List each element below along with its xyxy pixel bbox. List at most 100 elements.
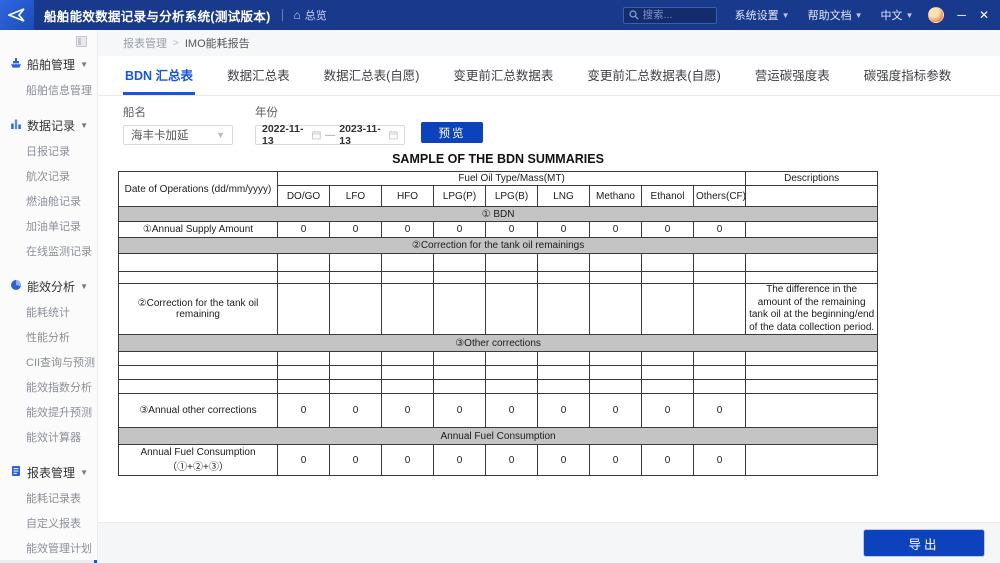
- value-cell: [382, 380, 434, 394]
- sidebar-item[interactable]: 能耗记录表: [0, 485, 97, 510]
- sidebar-item[interactable]: 加油单记录: [0, 213, 97, 238]
- sidebar-item[interactable]: 自定义报表: [0, 510, 97, 535]
- ship-name-value: 海丰卡加延: [131, 127, 189, 143]
- sidebar-item[interactable]: 燃油舱记录: [0, 188, 97, 213]
- breadcrumb-separator: >: [173, 38, 179, 49]
- date-start-value[interactable]: 2022-11-13: [262, 123, 308, 147]
- chevron-down-icon: ▼: [80, 60, 88, 69]
- sidebar-item[interactable]: 在线监测记录: [0, 238, 97, 263]
- value-cell: [278, 284, 330, 335]
- value-cell: [642, 272, 694, 284]
- row-label-cell: Annual Fuel Consumption（①+②+③）: [119, 445, 278, 476]
- breadcrumb-parent[interactable]: 报表管理: [123, 35, 167, 51]
- close-button[interactable]: ✕: [979, 9, 989, 21]
- row-label-cell: [119, 352, 278, 366]
- sidebar-section-1[interactable]: 船舶管理▼: [0, 51, 97, 77]
- table-row: [119, 352, 878, 366]
- value-cell: [642, 254, 694, 272]
- sidebar-item[interactable]: 能效提升预测: [0, 399, 97, 424]
- section-band: ③Other corrections: [119, 335, 878, 352]
- chevron-down-icon: ▼: [80, 121, 88, 130]
- value-cell: [486, 380, 538, 394]
- value-cell: [434, 284, 486, 335]
- minimize-button[interactable]: ─: [957, 9, 966, 21]
- value-cell: [486, 366, 538, 380]
- ship-icon: [10, 57, 22, 72]
- description-cell: [746, 272, 878, 284]
- sidebar-item[interactable]: 航次记录: [0, 163, 97, 188]
- tab-3[interactable]: 数据汇总表(自愿): [322, 56, 422, 95]
- ship-name-label: 船名: [123, 104, 233, 120]
- table-row: [119, 254, 878, 272]
- value-cell: 0: [538, 222, 590, 238]
- app-title: 船舶能效数据记录与分析系统(测试版本): [44, 6, 271, 25]
- ship-name-select[interactable]: 海丰卡加延 ▼: [123, 125, 233, 145]
- value-cell: 0: [382, 222, 434, 238]
- date-range-separator: —: [325, 129, 336, 141]
- tab-1[interactable]: BDN 汇总表: [123, 56, 195, 95]
- sidebar-item[interactable]: 日报记录: [0, 138, 97, 163]
- bar-chart-icon: [10, 118, 22, 133]
- value-cell: 0: [486, 222, 538, 238]
- table-row: ②Correction for the tank oil remainings: [119, 238, 878, 254]
- search-input[interactable]: [643, 9, 709, 21]
- description-cell: [746, 394, 878, 428]
- row-label-cell: ①Annual Supply Amount: [119, 222, 278, 238]
- value-cell: [642, 380, 694, 394]
- sidebar-item[interactable]: 船舶信息管理: [0, 77, 97, 102]
- value-cell: [486, 352, 538, 366]
- sidebar-section-2[interactable]: 数据记录▼: [0, 112, 97, 138]
- export-button[interactable]: 导出: [864, 530, 984, 556]
- value-cell: 0: [538, 394, 590, 428]
- year-field: 年份 2022-11-13 — 2023-11-13: [255, 104, 405, 145]
- sidebar-item[interactable]: 能效计算器: [0, 424, 97, 449]
- breadcrumb: 报表管理 > IMO能耗报告: [98, 30, 1000, 56]
- app-logo: [0, 0, 34, 30]
- row-label-cell: [119, 380, 278, 394]
- value-cell: [330, 254, 382, 272]
- fuel-type-header: HFO: [382, 186, 434, 207]
- value-cell: [330, 272, 382, 284]
- preview-button[interactable]: 预览: [421, 122, 483, 143]
- sidebar-item[interactable]: 能耗统计: [0, 299, 97, 324]
- date-end-value[interactable]: 2023-11-13: [339, 123, 385, 147]
- tab-7[interactable]: 碳强度指标参数: [862, 56, 954, 95]
- fuel-type-header: Others(CF): [694, 186, 746, 207]
- sidebar-item[interactable]: 性能分析: [0, 324, 97, 349]
- sidebar-collapse-icon[interactable]: [76, 36, 87, 47]
- menu-language[interactable]: 中文▼: [881, 7, 914, 23]
- home-label: 总览: [305, 7, 327, 23]
- value-cell: [486, 284, 538, 335]
- description-cell: The difference in the amount of the rema…: [746, 284, 878, 335]
- report-icon: [10, 465, 22, 480]
- value-cell: [642, 352, 694, 366]
- tab-2[interactable]: 数据汇总表: [225, 56, 292, 95]
- value-cell: [486, 254, 538, 272]
- value-cell: 0: [278, 445, 330, 476]
- sidebar-section-4[interactable]: 报表管理▼: [0, 459, 97, 485]
- user-avatar[interactable]: [928, 7, 944, 23]
- tab-5[interactable]: 变更前汇总数据表(自愿): [585, 56, 722, 95]
- value-cell: [694, 254, 746, 272]
- sidebar-item[interactable]: CII查询与预测: [0, 349, 97, 374]
- search-box[interactable]: [623, 7, 717, 24]
- fuel-type-header: LNG: [538, 186, 590, 207]
- tab-4[interactable]: 变更前汇总数据表: [451, 56, 555, 95]
- value-cell: 0: [642, 445, 694, 476]
- sidebar-item[interactable]: 能效管理计划: [0, 535, 97, 560]
- main-content: 报表管理 > IMO能耗报告 BDN 汇总表数据汇总表数据汇总表(自愿) 变更前汇…: [98, 30, 1000, 563]
- sidebar: 船舶管理▼船舶信息管理数据记录▼日报记录航次记录燃油舱记录加油单记录在线监测记录…: [0, 30, 98, 563]
- value-cell: 0: [694, 222, 746, 238]
- menu-help-docs[interactable]: 帮助文档▼: [808, 7, 863, 23]
- sidebar-item[interactable]: 能效指数分析: [0, 374, 97, 399]
- sidebar-section-3[interactable]: 能效分析▼: [0, 273, 97, 299]
- menu-system-settings[interactable]: 系统设置▼: [735, 7, 790, 23]
- value-cell: 0: [694, 445, 746, 476]
- tab-6[interactable]: 营运碳强度表: [753, 56, 832, 95]
- fuel-group-header: Fuel Oil Type/Mass(MT): [278, 172, 746, 186]
- home-overview-link[interactable]: ⌂ 总览: [294, 7, 327, 23]
- value-cell: 0: [590, 394, 642, 428]
- sidebar-section-label: 能效分析: [27, 278, 75, 295]
- date-range-picker[interactable]: 2022-11-13 — 2023-11-13: [255, 125, 405, 145]
- pie-chart-icon: [10, 279, 22, 294]
